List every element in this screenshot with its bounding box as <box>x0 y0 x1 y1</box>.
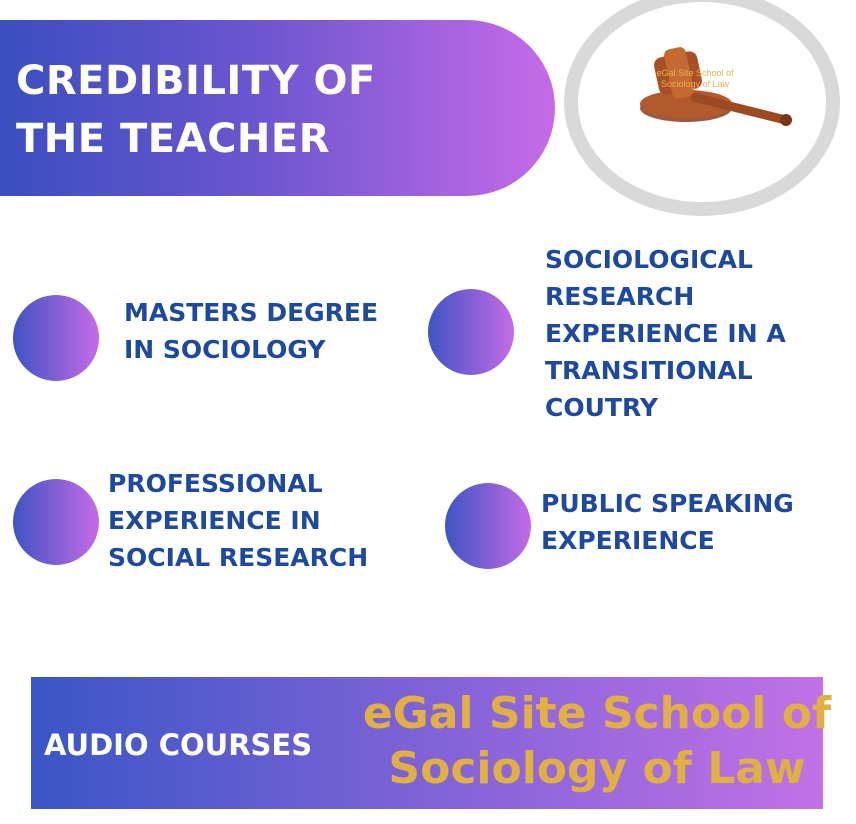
footer-school-name: eGal Site School of Sociology of Law <box>362 688 832 794</box>
title-line-2: THE TEACHER <box>16 116 331 162</box>
footer-audio-courses: AUDIO COURSES <box>44 728 313 762</box>
bullet-circle <box>13 295 99 381</box>
bullet-circle <box>13 479 99 565</box>
item-professional-experience: PROFESSIONAL EXPERIENCE IN SOCIAL RESEAR… <box>108 469 369 572</box>
bullet-circle <box>428 289 514 375</box>
item-public-speaking: PUBLIC SPEAKING EXPERIENCE <box>541 489 794 555</box>
page-title: CREDIBILITY OF THE TEACHER <box>16 52 436 168</box>
title-line-1: CREDIBILITY OF <box>16 58 376 104</box>
item-sociological-research: SOCIOLOGICAL RESEARCH EXPERIENCE IN A TR… <box>545 245 786 422</box>
logo-caption: eGal Site School of Sociology of Law <box>656 68 734 89</box>
bullet-circle <box>445 483 531 569</box>
item-masters-degree: MASTERS DEGREE IN SOCIOLOGY <box>124 298 379 364</box>
gavel-icon <box>640 47 792 126</box>
